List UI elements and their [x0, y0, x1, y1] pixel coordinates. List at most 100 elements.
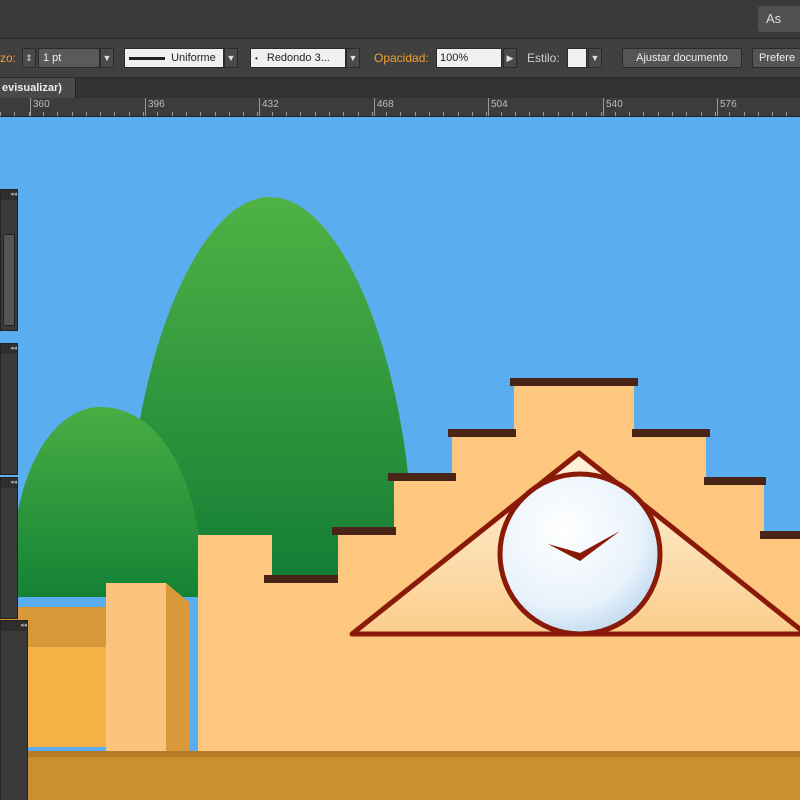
- chevron-down-icon: ▼: [348, 53, 358, 63]
- ruler-tick: [372, 112, 373, 116]
- ruler-label: 360: [33, 99, 50, 110]
- style-swatch[interactable]: [567, 48, 587, 68]
- ruler-major-tick: [488, 98, 489, 116]
- preferences-button[interactable]: Prefere: [752, 48, 800, 68]
- ruler-tick: [472, 112, 473, 116]
- ruler-tick: [129, 112, 130, 116]
- ruler-tick: [143, 112, 144, 116]
- collapsed-panel-dock-2[interactable]: ◂◂: [0, 343, 18, 475]
- brush-dropdown[interactable]: ▼: [346, 48, 360, 68]
- ruler-tick: [300, 112, 301, 116]
- panel-collapse-icon[interactable]: ◂◂: [1, 478, 17, 488]
- ruler-tick: [400, 112, 401, 116]
- stroke-weight-dropdown[interactable]: ▼: [100, 48, 114, 68]
- ruler-major-tick: [603, 98, 604, 116]
- ruler-tick: [243, 112, 244, 116]
- ruler-tick: [543, 112, 544, 116]
- control-bar: zo: ⇕ 1 pt ▼ Uniforme ▼ • Redondo 3... ▼…: [0, 39, 800, 78]
- brush-label: Redondo 3...: [266, 52, 330, 64]
- ruler-tick: [515, 112, 516, 116]
- collapsed-panel-dock-1[interactable]: ◂◂: [0, 189, 18, 331]
- ruler-tick: [57, 112, 58, 116]
- ruler-tick: [601, 112, 602, 116]
- panel-collapse-icon[interactable]: ◂◂: [1, 621, 27, 631]
- style-label: Estilo:: [527, 51, 560, 65]
- ruler-label: 504: [491, 99, 508, 110]
- ruler-tick: [415, 112, 416, 116]
- ruler-tick: [72, 112, 73, 116]
- ruler-tick: [529, 112, 530, 116]
- adjust-document-button[interactable]: Ajustar documento: [622, 48, 742, 68]
- workspace-switcher[interactable]: As: [758, 6, 800, 32]
- opacity-label[interactable]: Opacidad:: [374, 48, 429, 68]
- artwork-illustration[interactable]: [0, 117, 800, 800]
- ground-edge: [0, 751, 800, 757]
- ruler-tick: [86, 112, 87, 116]
- brush-field[interactable]: • Redondo 3...: [250, 48, 346, 68]
- ruler-tick: [43, 112, 44, 116]
- opacity-slider-button[interactable]: ▶: [503, 48, 517, 68]
- ruler-label: 432: [262, 99, 279, 110]
- style-dropdown[interactable]: ▼: [588, 48, 602, 68]
- ruler-tick: [172, 112, 173, 116]
- brush-dot-icon: •: [255, 54, 258, 63]
- panel-scrollbar[interactable]: [3, 234, 15, 326]
- ruler-tick: [229, 112, 230, 116]
- ruler-label: 396: [148, 99, 165, 110]
- ruler-tick: [758, 112, 759, 116]
- ruler-tick: [572, 112, 573, 116]
- artboard-canvas[interactable]: ◂◂ ◂◂ ◂◂ ◂◂: [0, 117, 800, 800]
- stroke-label[interactable]: zo:: [0, 48, 16, 68]
- ruler-tick: [286, 112, 287, 116]
- ruler-tick: [14, 112, 15, 116]
- ruler-major-tick: [259, 98, 260, 116]
- ruler-major-tick: [30, 98, 31, 116]
- ruler-label: 576: [720, 99, 737, 110]
- ruler-tick: [157, 112, 158, 116]
- document-tab[interactable]: evisualizar): [0, 78, 76, 98]
- horizontal-ruler[interactable]: 360 396 432 468 504 540 576: [0, 98, 800, 117]
- ruler-tick: [643, 112, 644, 116]
- stroke-weight-stepper[interactable]: ⇕: [22, 48, 36, 68]
- ruler-tick: [114, 112, 115, 116]
- stroke-profile-field[interactable]: Uniforme: [124, 48, 224, 68]
- opacity-field[interactable]: 100%: [436, 48, 502, 68]
- ruler-tick: [429, 112, 430, 116]
- ruler-major-tick: [717, 98, 718, 116]
- ruler-tick: [558, 112, 559, 116]
- small-tower-side: [166, 583, 190, 753]
- ruler-tick: [486, 112, 487, 116]
- panel-collapse-icon[interactable]: ◂◂: [1, 344, 17, 354]
- ruler-tick: [186, 112, 187, 116]
- ruler-tick: [729, 112, 730, 116]
- ruler-label: 468: [377, 99, 394, 110]
- ruler-tick: [629, 112, 630, 116]
- ruler-tick: [701, 112, 702, 116]
- ruler-tick: [315, 112, 316, 116]
- document-tab-bar: evisualizar): [0, 78, 800, 98]
- collapsed-panel-dock-3[interactable]: ◂◂: [0, 477, 18, 619]
- ruler-major-tick: [145, 98, 146, 116]
- stepper-icon: ⇕: [25, 53, 33, 63]
- ruler-major-tick: [374, 98, 375, 116]
- ruler-tick: [672, 112, 673, 116]
- ruler-label: 540: [606, 99, 623, 110]
- ruler-tick: [358, 112, 359, 116]
- ruler-tick: [458, 112, 459, 116]
- collapsed-panel-dock-4[interactable]: ◂◂: [0, 620, 28, 800]
- ruler-tick: [343, 112, 344, 116]
- play-icon: ▶: [506, 53, 514, 63]
- ruler-tick: [615, 112, 616, 116]
- ruler-tick: [686, 112, 687, 116]
- ruler-tick: [586, 112, 587, 116]
- chevron-down-icon: ▼: [102, 53, 112, 63]
- ruler-tick: [0, 112, 1, 116]
- stroke-profile-dropdown[interactable]: ▼: [224, 48, 238, 68]
- stroke-weight-field[interactable]: 1 pt: [38, 48, 100, 68]
- panel-collapse-icon[interactable]: ◂◂: [1, 190, 17, 200]
- ground: [0, 751, 800, 800]
- tower-block: [198, 535, 272, 753]
- ruler-tick: [443, 112, 444, 116]
- ruler-tick: [772, 112, 773, 116]
- ruler-tick: [715, 112, 716, 116]
